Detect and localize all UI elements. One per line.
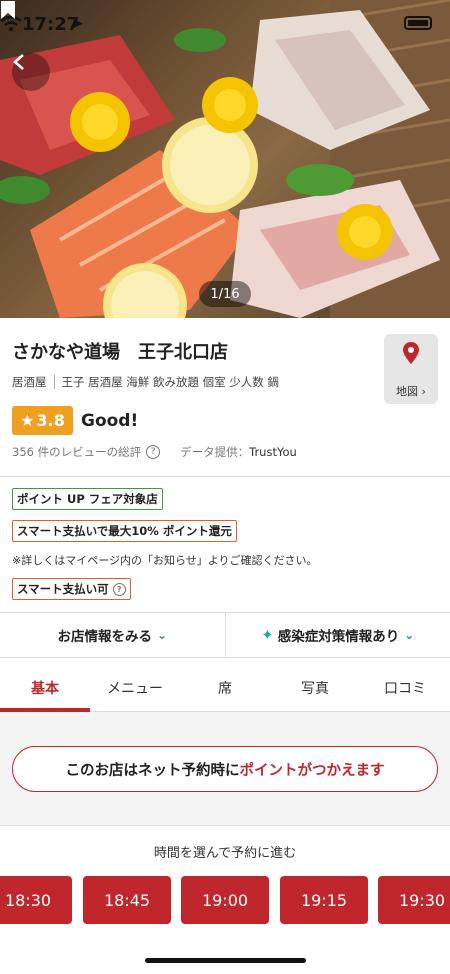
shop-name: さかなや道場 王子北口店	[12, 342, 228, 363]
notice-text: ※詳しくはマイページ内の「お知らせ」よりご確認ください。	[12, 554, 318, 567]
point-up-badge: ポイント UP フェア対象店	[12, 488, 163, 510]
covid-info-button[interactable]: ✦ 感染症対策情報あり ⌄	[226, 613, 450, 657]
double-chevron-down-icon: ⌄	[156, 628, 168, 642]
provider-label: データ提供：	[180, 445, 250, 459]
genre-row: 居酒屋 王子 居酒屋 海鮮 飲み放題 個室 少人数 鍋	[12, 374, 279, 390]
tab-photos[interactable]: 写真	[270, 664, 360, 711]
shop-info-label: お店情報をみる	[57, 629, 152, 645]
map-button[interactable]: 地図 ›	[384, 334, 438, 404]
status-bar: 17:27 ➤	[0, 0, 450, 46]
tab-seats[interactable]: 席	[180, 664, 270, 711]
time-slot-button[interactable]: 18:30	[0, 876, 72, 924]
star-icon: ★	[20, 411, 35, 430]
separator	[53, 375, 55, 389]
map-label: 地図 ›	[396, 385, 426, 398]
bookmark-icon[interactable]	[0, 0, 16, 20]
review-row: 356 件のレビューの総評 ? データ提供： TrustYou	[12, 444, 297, 460]
info-buttons: お店情報をみる ⌄ ✦ 感染症対策情報あり ⌄	[0, 612, 450, 658]
tab-bar: 基本 メニュー 席 写真 口コミ	[0, 664, 450, 712]
tab-basic[interactable]: 基本	[0, 664, 90, 712]
sashimi-photo	[0, 0, 450, 318]
rating-label: Good!	[81, 410, 139, 431]
provider-name: TrustYou	[249, 445, 297, 459]
help-icon[interactable]: ?	[146, 445, 161, 459]
time-slot-button[interactable]: 19:15	[280, 876, 368, 924]
double-chevron-down-icon: ⌄	[404, 628, 415, 642]
reservation-caption: 時間を選んで予約に進む	[153, 846, 297, 861]
smart-pay-ok-label: スマート支払い可	[17, 582, 109, 596]
hero-photo[interactable]: 17:27 ➤ 1/16	[0, 0, 450, 318]
home-indicator	[145, 958, 306, 963]
keyword-tags: 王子 居酒屋 海鮮 飲み放題 個室 少人数 鍋	[61, 375, 279, 389]
chevron-left-icon	[13, 54, 24, 70]
divider	[0, 476, 450, 477]
chevron-right-icon: ›	[418, 385, 426, 398]
points-banner-button[interactable]: このお店はネット予約時に ポイントがつかえます	[12, 746, 438, 792]
location-arrow-icon: ➤	[72, 16, 84, 32]
battery-icon	[404, 16, 432, 30]
points-banner-highlight: ポイントがつかえます	[239, 762, 385, 779]
points-section: このお店はネット予約時に ポイントがつかえます	[0, 712, 450, 826]
shop-info-button[interactable]: お店情報をみる ⌄	[0, 613, 226, 657]
time-slot-button[interactable]: 19:30	[378, 876, 450, 924]
rating-badge: ★ 3.8	[12, 406, 73, 435]
rating-score: 3.8	[36, 411, 65, 430]
status-time: 17:27	[22, 14, 80, 35]
smart-pay-points-badge: スマート支払いで最大10% ポイント還元	[12, 520, 237, 542]
covid-info-label: 感染症対策情報あり	[277, 629, 400, 645]
sparkle-icon: ✦	[261, 626, 274, 644]
time-slot-button[interactable]: 18:45	[83, 876, 171, 924]
genre-label: 居酒屋	[12, 375, 47, 389]
map-pin-icon	[403, 342, 419, 364]
review-summary: 356 件のレビューの総評	[12, 445, 142, 459]
tab-reviews[interactable]: 口コミ	[360, 664, 450, 711]
tab-menu[interactable]: メニュー	[90, 664, 180, 711]
rating-row: ★ 3.8 Good!	[12, 406, 138, 435]
time-slot-list: 18:30 18:45 19:00 19:15 19:30	[0, 876, 450, 924]
smart-pay-ok-badge: スマート支払い可 ?	[12, 578, 131, 600]
points-banner-prefix: このお店はネット予約時に	[65, 762, 240, 779]
help-icon[interactable]: ?	[112, 582, 126, 596]
image-counter: 1/16	[199, 281, 251, 307]
back-button[interactable]	[12, 53, 50, 91]
time-slot-button[interactable]: 19:00	[181, 876, 269, 924]
